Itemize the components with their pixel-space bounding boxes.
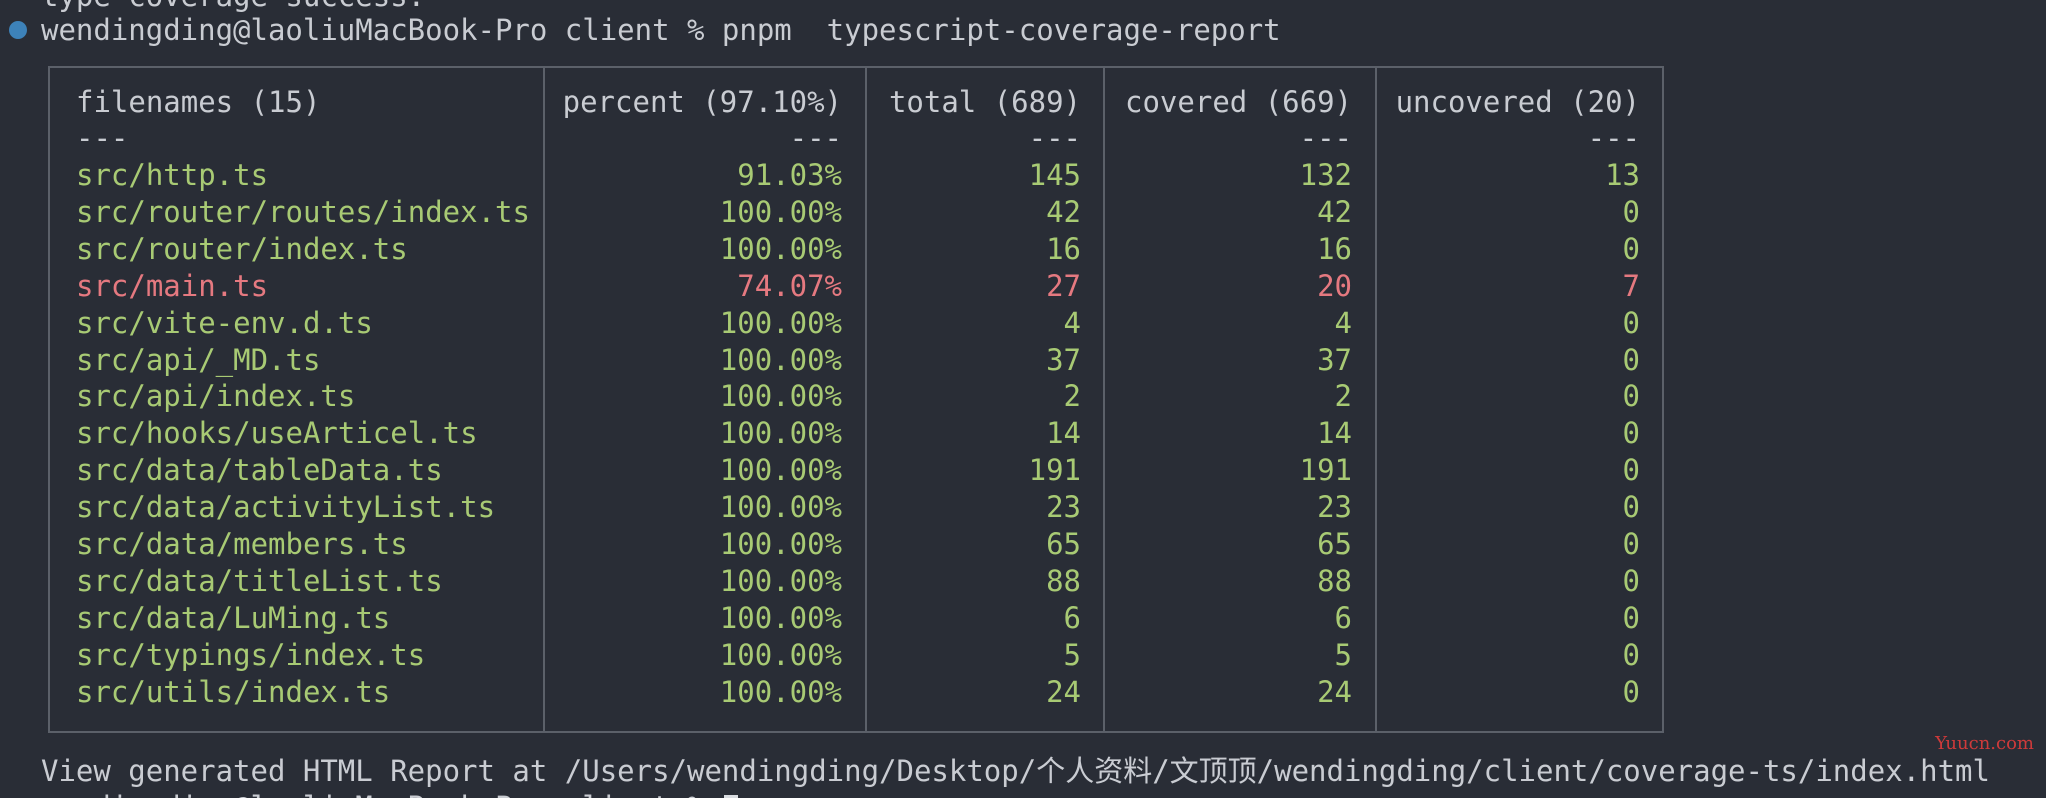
table-row-9-uncovered: 0 [1622, 453, 1640, 488]
column-divider [1375, 68, 1377, 731]
table-row-1-uncovered: 13 [1605, 158, 1640, 192]
table-row-11-total: 65 [1046, 527, 1081, 561]
table-row-15-uncovered: 0 [1622, 674, 1640, 709]
command-status-dot-icon [9, 21, 27, 39]
table-row-3-uncovered: 0 [1622, 231, 1640, 266]
column-divider [1103, 68, 1105, 731]
table-row-4-covered: 20 [1317, 268, 1352, 303]
table-row-5-total: 4 [1063, 305, 1081, 340]
table-row-13-file: src/data/LuMing.ts [76, 600, 391, 635]
header-covered: covered (669) [1125, 85, 1352, 119]
table-row-4-uncovered: 7 [1622, 268, 1640, 303]
table-row-13-uncovered: 0 [1622, 600, 1640, 635]
table-row-6-uncovered: 0 [1622, 342, 1640, 377]
watermark: Yuucn.com [1935, 733, 2034, 754]
table-row-11-file: src/data/members.ts [76, 527, 408, 561]
table-row-10-uncovered: 0 [1622, 490, 1640, 525]
table-row-3-covered: 16 [1317, 231, 1352, 266]
next-prompt-text: wendingding@laoliuMacBook-Pro client % [41, 790, 722, 798]
table-row-15-file: src/utils/index.ts [76, 674, 391, 709]
table-row-2-percent: 100.00% [719, 194, 842, 229]
command-prompt-line: wendingding@laoliuMacBook-Pro client % p… [41, 13, 1281, 47]
table-row-1-total: 145 [1028, 158, 1081, 192]
table-row-15-covered: 24 [1317, 674, 1352, 709]
table-row-3-percent: 100.00% [719, 231, 842, 266]
table-row-12-uncovered: 0 [1622, 563, 1640, 598]
table-row-2-uncovered: 0 [1622, 194, 1640, 229]
table-row-12-covered: 88 [1317, 563, 1352, 598]
table-row-14-uncovered: 0 [1622, 637, 1640, 672]
table-row-1-percent: 91.03% [737, 158, 842, 192]
table-row-3-file: src/router/index.ts [76, 231, 408, 266]
table-row-14-covered: 5 [1334, 637, 1352, 672]
table-row-5-covered: 4 [1334, 305, 1352, 340]
table-row-7-covered: 2 [1334, 379, 1352, 414]
table-row-13-percent: 100.00% [719, 600, 842, 635]
column-divider [543, 68, 545, 731]
table-row-6-covered: 37 [1317, 342, 1352, 377]
table-row-8-covered: 14 [1317, 416, 1352, 451]
table-row-1-file: src/http.ts [76, 158, 269, 192]
table-row-4-percent: 74.07% [737, 268, 842, 303]
table-row-12-file: src/data/titleList.ts [76, 563, 443, 598]
separator-covered: --- [1299, 121, 1352, 155]
table-row-6-total: 37 [1046, 342, 1081, 377]
table-row-14-total: 5 [1063, 637, 1081, 672]
separator-total: --- [1028, 121, 1081, 155]
table-row-11-percent: 100.00% [719, 527, 842, 561]
header-filenames: filenames (15) [76, 85, 321, 119]
table-row-2-covered: 42 [1317, 194, 1352, 229]
table-row-8-file: src/hooks/useArticel.ts [76, 416, 478, 451]
separator-uncovered: --- [1587, 121, 1640, 155]
table-row-4-file: src/main.ts [76, 268, 269, 303]
table-row-7-percent: 100.00% [719, 379, 842, 414]
table-row-14-percent: 100.00% [719, 637, 842, 672]
coverage-table: filenames (15) percent (97.10%) total (6… [48, 66, 1664, 733]
table-row-9-total: 191 [1028, 453, 1081, 488]
table-row-12-percent: 100.00% [719, 563, 842, 598]
table-row-1-covered: 132 [1299, 158, 1352, 192]
next-prompt-line: wendingding@laoliuMacBook-Pro client % [41, 789, 738, 798]
table-row-14-file: src/typings/index.ts [76, 637, 426, 672]
table-row-8-uncovered: 0 [1622, 416, 1640, 451]
table-row-2-total: 42 [1046, 194, 1081, 229]
table-row-5-file: src/vite-env.d.ts [76, 305, 373, 340]
table-row-11-covered: 65 [1317, 527, 1352, 561]
table-row-4-total: 27 [1046, 268, 1081, 303]
header-percent: percent (97.10%) [562, 85, 842, 119]
table-row-9-covered: 191 [1299, 453, 1352, 488]
table-row-3-total: 16 [1046, 231, 1081, 266]
table-row-11-uncovered: 0 [1622, 527, 1640, 561]
table-row-2-file: src/router/routes/index.ts [76, 194, 530, 229]
table-row-6-percent: 100.00% [719, 342, 842, 377]
table-row-8-percent: 100.00% [719, 416, 842, 451]
table-row-13-total: 6 [1063, 600, 1081, 635]
table-row-9-file: src/data/tableData.ts [76, 453, 443, 488]
table-row-13-covered: 6 [1334, 600, 1352, 635]
table-row-10-covered: 23 [1317, 490, 1352, 525]
table-row-10-total: 23 [1046, 490, 1081, 525]
table-row-15-percent: 100.00% [719, 674, 842, 709]
separator-percent: --- [789, 121, 842, 155]
table-row-9-percent: 100.00% [719, 453, 842, 488]
table-row-5-percent: 100.00% [719, 305, 842, 340]
table-row-7-file: src/api/index.ts [76, 379, 356, 414]
table-row-10-percent: 100.00% [719, 490, 842, 525]
table-row-5-uncovered: 0 [1622, 305, 1640, 340]
report-location-line: View generated HTML Report at /Users/wen… [41, 754, 1990, 788]
separator-filenames: --- [76, 121, 129, 155]
table-row-15-total: 24 [1046, 674, 1081, 709]
table-row-12-total: 88 [1046, 563, 1081, 598]
table-row-8-total: 14 [1046, 416, 1081, 451]
table-row-6-file: src/api/_MD.ts [76, 342, 321, 377]
column-divider [865, 68, 867, 731]
table-row-10-file: src/data/activityList.ts [76, 490, 496, 525]
header-total: total (689) [888, 85, 1081, 119]
table-row-7-uncovered: 0 [1622, 379, 1640, 414]
header-uncovered: uncovered (20) [1395, 85, 1640, 119]
table-row-7-total: 2 [1063, 379, 1081, 414]
